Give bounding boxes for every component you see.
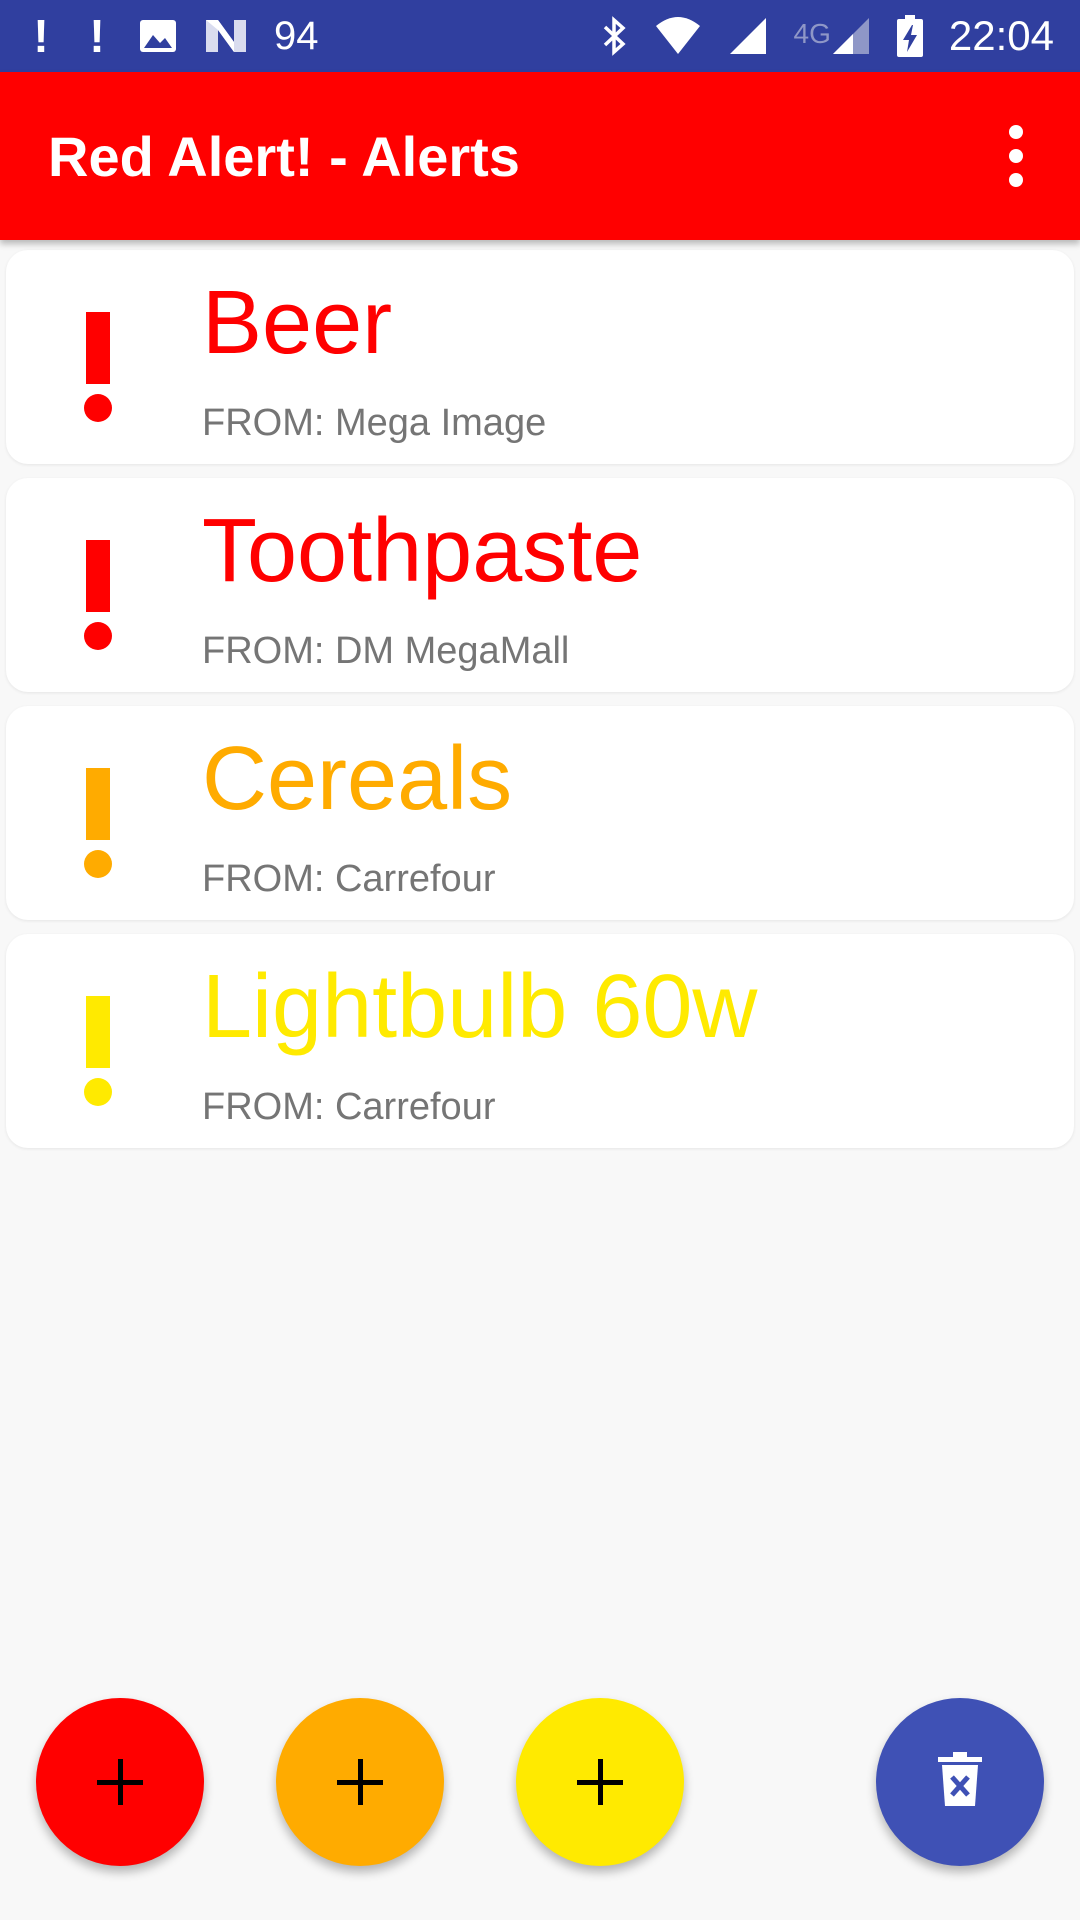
signal-icon bbox=[728, 16, 768, 56]
alert-title: Cereals bbox=[202, 729, 513, 829]
battery-charging-icon bbox=[896, 15, 923, 57]
alert-from: FROM: DM MegaMall bbox=[202, 630, 570, 672]
alert-card[interactable]: Toothpaste FROM: DM MegaMall bbox=[6, 478, 1074, 692]
notification-exclamation-icon: ! bbox=[33, 10, 49, 62]
clock: 22:04 bbox=[948, 12, 1054, 59]
alert-from: FROM: Carrefour bbox=[202, 1086, 496, 1128]
alert-title: Toothpaste bbox=[202, 501, 643, 601]
alert-card[interactable]: Lightbulb 60w FROM: Carrefour bbox=[6, 934, 1074, 1148]
exclamation-icon bbox=[84, 768, 112, 878]
exclamation-icon bbox=[84, 540, 112, 650]
alert-card[interactable]: Beer FROM: Mega Image bbox=[6, 250, 1074, 464]
network-type-label: 4G bbox=[793, 18, 831, 49]
more-vert-icon[interactable] bbox=[980, 108, 1052, 204]
add-red-alert-button[interactable] bbox=[36, 1698, 204, 1866]
alert-from: FROM: Mega Image bbox=[202, 402, 547, 444]
battery-level-text: 94 bbox=[274, 13, 319, 58]
add-yellow-alert-button[interactable] bbox=[516, 1698, 684, 1866]
alert-title: Beer bbox=[202, 273, 393, 373]
bluetooth-icon bbox=[602, 16, 628, 56]
notification-exclamation-icon: ! bbox=[89, 10, 105, 62]
app-bar: Red Alert! - Alerts bbox=[0, 72, 1080, 240]
delete-sweep-icon bbox=[938, 1746, 982, 1818]
alert-card[interactable]: Cereals FROM: Carrefour bbox=[6, 706, 1074, 920]
signal-icon bbox=[831, 16, 871, 56]
nfc-n-icon bbox=[204, 18, 248, 54]
alert-title: Lightbulb 60w bbox=[202, 957, 758, 1057]
app-title: Red Alert! - Alerts bbox=[48, 124, 520, 188]
wifi-icon bbox=[654, 16, 702, 56]
add-icon bbox=[337, 1759, 383, 1805]
delete-all-button[interactable] bbox=[876, 1698, 1044, 1866]
add-orange-alert-button[interactable] bbox=[276, 1698, 444, 1866]
exclamation-icon bbox=[84, 312, 112, 422]
add-icon bbox=[577, 1759, 623, 1805]
image-icon bbox=[138, 18, 178, 54]
alert-from: FROM: Carrefour bbox=[202, 858, 496, 900]
exclamation-icon bbox=[84, 996, 112, 1106]
status-bar: ! ! 94 4G 22:04 bbox=[0, 0, 1080, 72]
add-icon bbox=[97, 1759, 143, 1805]
